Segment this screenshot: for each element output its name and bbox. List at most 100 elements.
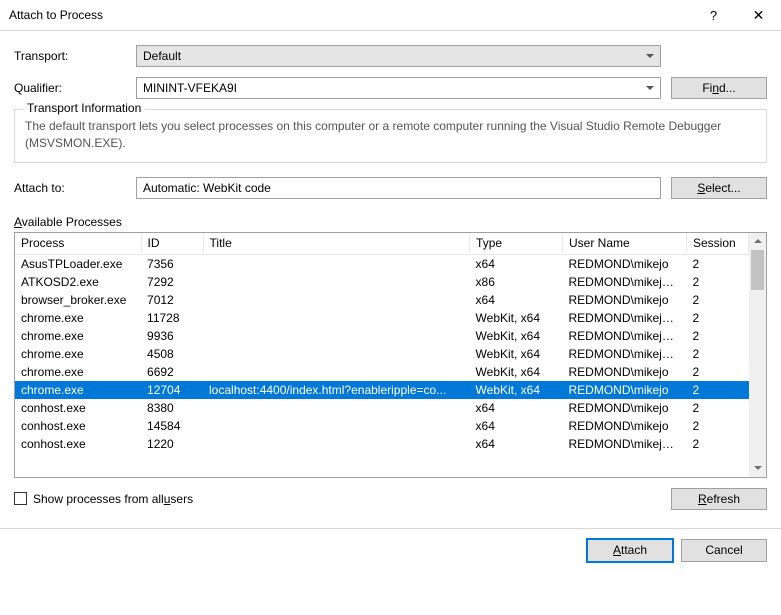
cell-id: 7356 [141,255,203,273]
transport-info-title: Transport Information [23,101,145,115]
cell-title [203,273,470,291]
table-header-row[interactable]: Process ID Title Type User Name Session [15,233,749,255]
cell-id: 6692 [141,363,203,381]
scroll-thumb[interactable] [751,250,764,290]
cell-session: 2 [686,309,748,327]
cell-type: WebKit, x64 [470,345,563,363]
cell-session: 2 [686,291,748,309]
cell-id: 8380 [141,399,203,417]
cell-type: WebKit, x64 [470,363,563,381]
cell-user: REDMOND\mikejo ... [563,345,687,363]
transport-label: Transport: [14,49,136,63]
cell-user: REDMOND\mikejo ... [563,327,687,345]
cell-title [203,345,470,363]
cell-session: 2 [686,399,748,417]
cell-id: 12704 [141,381,203,399]
table-row[interactable]: conhost.exe1220x64REDMOND\mikejo ...2 [15,435,749,453]
cell-type: x64 [470,255,563,273]
attach-to-value: Automatic: WebKit code [143,181,654,195]
cell-session: 2 [686,381,748,399]
cell-process: chrome.exe [15,309,141,327]
cell-title [203,309,470,327]
cell-type: x64 [470,417,563,435]
cell-id: 7012 [141,291,203,309]
table-row[interactable]: browser_broker.exe7012 x64REDMOND\mikejo2 [15,291,749,309]
chevron-up-icon [754,239,762,243]
col-title[interactable]: Title [203,233,470,255]
cell-session: 2 [686,273,748,291]
close-button[interactable]: ✕ [736,7,781,24]
cell-process: conhost.exe [15,435,141,453]
cell-title [203,363,470,381]
scrollbar[interactable] [749,233,766,477]
table-row[interactable]: chrome.exe11728WebKit, x64REDMOND\mikejo… [15,309,749,327]
chevron-down-icon [646,54,654,58]
cell-process: conhost.exe [15,399,141,417]
cell-process: chrome.exe [15,381,141,399]
cell-title [203,417,470,435]
process-table[interactable]: Process ID Title Type User Name Session … [15,233,749,453]
cell-title [203,327,470,345]
table-row[interactable]: chrome.exe4508 WebKit, x64REDMOND\mikejo … [15,345,749,363]
chevron-down-icon [754,466,762,470]
col-user[interactable]: User Name [563,233,687,255]
cell-user: REDMOND\mikejo ... [563,435,687,453]
table-row[interactable]: conhost.exe8380x64REDMOND\mikejo2 [15,399,749,417]
cell-type: x64 [470,291,563,309]
cell-id: 9936 [141,327,203,345]
cell-process: ATKOSD2.exe [15,273,141,291]
cell-process: chrome.exe [15,345,141,363]
show-all-users-checkbox[interactable]: Show processes from all users [14,492,193,506]
cell-type: WebKit, x64 [470,327,563,345]
cell-user: REDMOND\mikejo ... [563,309,687,327]
table-row[interactable]: ATKOSD2.exe7292x86REDMOND\mikejo ...2 [15,273,749,291]
col-type[interactable]: Type [470,233,563,255]
col-id[interactable]: ID [141,233,203,255]
cell-type: WebKit, x64 [470,381,563,399]
table-row[interactable]: AsusTPLoader.exe7356 x64REDMOND\mikejo2 [15,255,749,273]
cell-process: AsusTPLoader.exe [15,255,141,273]
transport-combo[interactable]: Default [136,45,661,67]
window-title: Attach to Process [9,8,691,22]
table-row[interactable]: chrome.exe9936 WebKit, x64REDMOND\mikejo … [15,327,749,345]
titlebar: Attach to Process ? ✕ [0,0,781,31]
cell-user: REDMOND\mikejo ... [563,273,687,291]
cell-session: 2 [686,435,748,453]
cell-type: WebKit, x64 [470,309,563,327]
chevron-down-icon [646,86,654,90]
cell-process: conhost.exe [15,417,141,435]
select-button[interactable]: Select... [671,177,767,199]
process-table-wrap: Process ID Title Type User Name Session … [14,232,767,478]
transport-value: Default [143,49,646,63]
table-row[interactable]: chrome.exe6692WebKit, x64REDMOND\mikejo2 [15,363,749,381]
cell-user: REDMOND\mikejo [563,417,687,435]
find-button[interactable]: Find... [671,77,767,99]
table-row[interactable]: chrome.exe12704localhost:4400/index.html… [15,381,749,399]
cell-process: chrome.exe [15,327,141,345]
col-process[interactable]: Process [15,233,141,255]
cell-session: 2 [686,255,748,273]
cell-type: x86 [470,273,563,291]
cell-title [203,399,470,417]
col-session[interactable]: Session [686,233,748,255]
cell-id: 4508 [141,345,203,363]
transport-info-group: Transport Information The default transp… [14,109,767,163]
cell-type: x64 [470,435,563,453]
qualifier-combo[interactable]: MININT-VFEKA9I [136,77,661,99]
help-button[interactable]: ? [691,8,736,23]
attach-button[interactable]: Attach [587,539,673,562]
refresh-button[interactable]: Refresh [671,488,767,510]
table-row[interactable]: conhost.exe14584x64REDMOND\mikejo2 [15,417,749,435]
cell-user: REDMOND\mikejo [563,363,687,381]
cancel-button[interactable]: Cancel [681,539,767,562]
cell-title [203,255,470,273]
scroll-up-button[interactable] [749,233,766,250]
cell-user: REDMOND\mikejo [563,255,687,273]
cell-process: browser_broker.exe [15,291,141,309]
qualifier-label: Qualifier: [14,81,136,95]
cell-user: REDMOND\mikejo [563,291,687,309]
scroll-down-button[interactable] [749,460,766,477]
scroll-track[interactable] [749,290,766,460]
cell-session: 2 [686,327,748,345]
transport-info-text: The default transport lets you select pr… [25,118,756,152]
